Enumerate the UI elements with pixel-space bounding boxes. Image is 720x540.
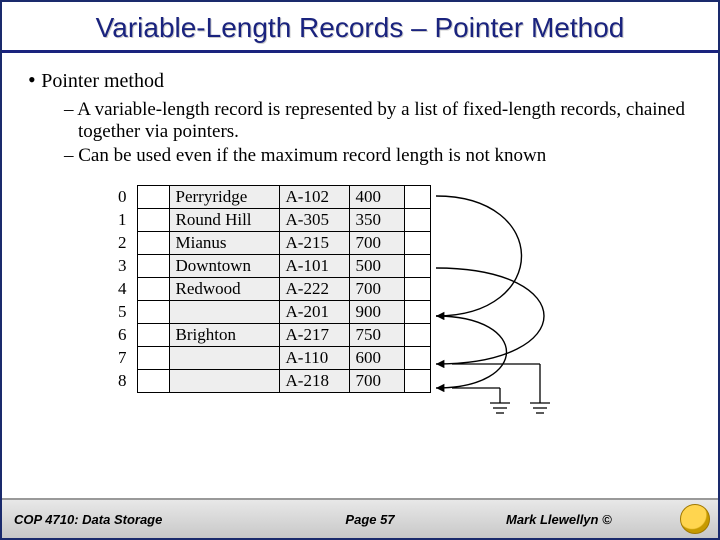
account-cell: A-218 [279,370,349,393]
slide-body: Pointer method A variable-length record … [2,53,718,498]
account-cell: A-110 [279,347,349,370]
row-index: 2 [112,232,137,255]
bullet-level1: Pointer method [28,67,696,93]
pointer-cell [137,255,169,278]
account-cell: A-102 [279,186,349,209]
table-row: 2 MianusA-215700 [112,232,430,255]
table-row: 1 Round HillA-305350 [112,209,430,232]
pointer-cell [137,278,169,301]
table-row: 4 RedwoodA-222700 [112,278,430,301]
branch-cell: Mianus [169,232,279,255]
tail-cell [404,209,430,232]
branch-cell: Round Hill [169,209,279,232]
table-row: 5 A-201900 [112,301,430,324]
tail-cell [404,186,430,209]
footer-author: Mark Llewellyn © [506,512,706,527]
row-index: 6 [112,324,137,347]
tail-cell [404,232,430,255]
branch-cell [169,301,279,324]
bullet-l2a-text: A variable-length record is represented … [77,99,685,142]
tail-cell [404,301,430,324]
tail-cell [404,347,430,370]
amount-cell: 750 [349,324,404,347]
account-cell: A-101 [279,255,349,278]
row-index: 0 [112,186,137,209]
pointer-cell [137,209,169,232]
tail-cell [404,255,430,278]
branch-cell: Perryridge [169,186,279,209]
pointer-cell [137,232,169,255]
branch-cell: Brighton [169,324,279,347]
table-row: 8 A-218700 [112,370,430,393]
row-index: 8 [112,370,137,393]
tail-cell [404,278,430,301]
account-cell: A-215 [279,232,349,255]
slide-footer: COP 4710: Data Storage Page 57 Mark Llew… [2,498,718,538]
bullet-level2: Can be used even if the maximum record l… [64,145,696,167]
ucf-logo-icon [680,504,710,534]
footer-page: Page 57 [234,512,506,527]
slide-title: Variable-Length Records – Pointer Method [2,2,718,53]
branch-cell [169,347,279,370]
pointer-figure: 0 PerryridgeA-102400 1 Round HillA-305350 2 M… [80,181,640,441]
branch-cell [169,370,279,393]
tail-cell [404,370,430,393]
amount-cell: 600 [349,347,404,370]
table-row: 6 BrightonA-217750 [112,324,430,347]
bullet-l1-text: Pointer method [41,70,164,92]
row-index: 3 [112,255,137,278]
row-index: 1 [112,209,137,232]
row-index: 7 [112,347,137,370]
footer-course: COP 4710: Data Storage [14,512,234,527]
bullet-l2b-text: Can be used even if the maximum record l… [78,145,546,166]
account-cell: A-217 [279,324,349,347]
amount-cell: 900 [349,301,404,324]
amount-cell: 500 [349,255,404,278]
amount-cell: 350 [349,209,404,232]
pointer-cell [137,370,169,393]
row-index: 5 [112,301,137,324]
pointer-cell [137,347,169,370]
amount-cell: 700 [349,278,404,301]
pointer-cell [137,301,169,324]
table-row: 3 DowntownA-101500 [112,255,430,278]
account-cell: A-201 [279,301,349,324]
account-cell: A-305 [279,209,349,232]
pointer-cell [137,324,169,347]
table-row: 7 A-110600 [112,347,430,370]
row-index: 4 [112,278,137,301]
amount-cell: 700 [349,370,404,393]
tail-cell [404,324,430,347]
bullet-level2: A variable-length record is represented … [64,99,696,143]
amount-cell: 700 [349,232,404,255]
amount-cell: 400 [349,186,404,209]
branch-cell: Downtown [169,255,279,278]
branch-cell: Redwood [169,278,279,301]
slide: Variable-Length Records – Pointer Method… [0,0,720,540]
record-table: 0 PerryridgeA-102400 1 Round HillA-305350 2 M… [112,185,431,393]
pointer-cell [137,186,169,209]
account-cell: A-222 [279,278,349,301]
table-row: 0 PerryridgeA-102400 [112,186,430,209]
